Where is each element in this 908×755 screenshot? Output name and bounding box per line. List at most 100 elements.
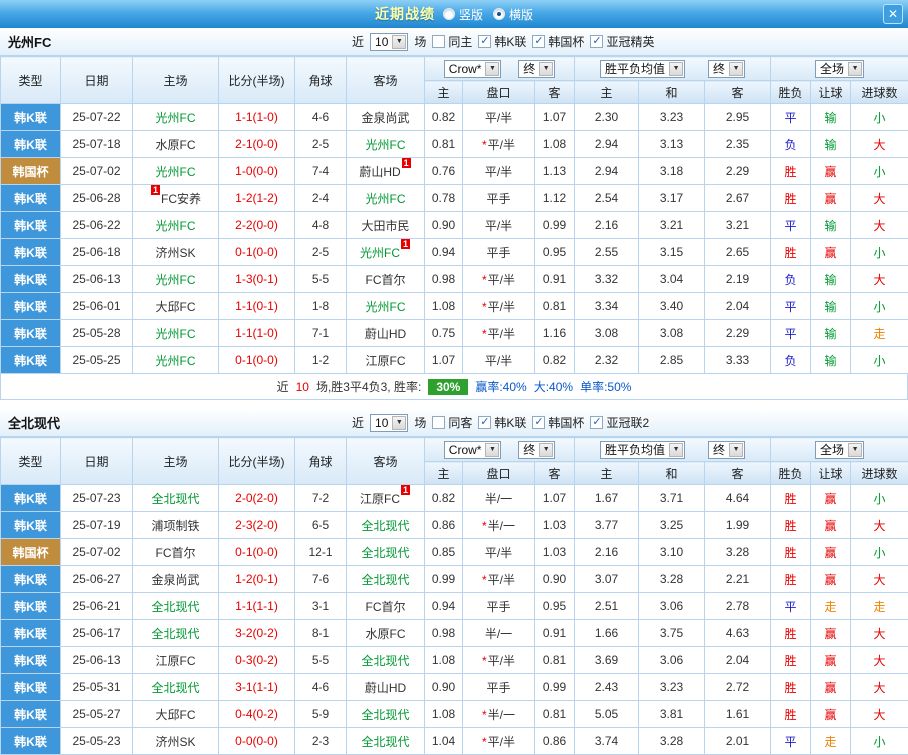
match-row: 韩K联 25-07-22 光州FC 1-1(1-0) 4-6 金泉尚武 0.82 平/半 1.0…: [0, 103, 908, 131]
recent-count-select[interactable]: 10 ▼: [370, 413, 409, 432]
column-header: 角球: [294, 56, 347, 104]
competition-type-cell: 韩K联: [0, 727, 61, 755]
handicap-away-odds-cell: 1.08: [533, 130, 576, 158]
version-radio-selected[interactable]: 横版: [493, 6, 533, 23]
date-cell: 25-06-27: [60, 565, 133, 593]
team-name-text: 光州FC: [155, 326, 196, 341]
handicap-away-odds-cell: 0.95: [533, 238, 576, 266]
result-outcome-cell: 胜: [770, 619, 812, 647]
filter-checkbox[interactable]: ✓ 亚冠精英: [590, 33, 654, 50]
column-header: 和: [638, 461, 706, 485]
corner-cell: 2-5: [294, 238, 347, 266]
handicap-text: 平/半: [487, 653, 515, 668]
corner-cell: 4-6: [294, 673, 347, 701]
filter-checkbox[interactable]: 同客: [432, 414, 472, 431]
handicap-text: 平/半: [487, 326, 515, 341]
euro-away-odds-cell: 2.01: [704, 727, 772, 755]
dropdown-group-header: 全场 ▼: [770, 437, 908, 462]
euro-draw-odds-cell: 3.25: [638, 511, 706, 539]
away-team-cell: FC首尔: [346, 265, 425, 293]
filter-checkbox[interactable]: 同主: [432, 33, 472, 50]
close-icon: ✕: [887, 7, 899, 21]
result-outcome-cell: 平: [770, 103, 812, 131]
match-period-select[interactable]: 全场 ▼: [815, 440, 865, 459]
europe-odds-type-select[interactable]: 胜平负均值 ▼: [600, 59, 686, 78]
handicap-home-odds-cell: 0.94: [424, 592, 463, 620]
filter-checkbox[interactable]: ✓ 亚冠联2: [590, 414, 649, 431]
column-header: 类型: [0, 437, 61, 485]
result-outcome-cell: 胜: [770, 184, 812, 212]
match-period-select[interactable]: 全场 ▼: [815, 59, 865, 78]
bookmaker-select[interactable]: Crow* ▼: [443, 440, 502, 459]
filter-checkbox[interactable]: ✓ 韩K联: [478, 414, 526, 431]
team-name-text: 全北现代: [361, 653, 410, 668]
handicap-text: 平手: [486, 245, 511, 260]
euro-home-odds-cell: 2.43: [574, 673, 640, 701]
team-name-text: 全北现代: [151, 491, 200, 506]
result-handicap-bet-cell: 赢: [810, 238, 852, 266]
recent-count-select[interactable]: 10 ▼: [370, 32, 409, 51]
checkbox-icon: [432, 35, 446, 48]
away-team-cell: FC首尔: [346, 592, 425, 620]
bookmaker-select[interactable]: Crow* ▼: [443, 59, 502, 78]
summary-text: 场,胜3平4负3, 胜率:: [315, 380, 422, 394]
games-label: 场: [414, 35, 427, 49]
summary-text: 近: [276, 380, 289, 394]
result-handicap-bet-cell: 赢: [810, 646, 852, 674]
handicap-away-odds-cell: 0.81: [533, 292, 576, 320]
result-outcome-cell: 平: [770, 592, 812, 620]
home-team-cell: 大邱FC: [132, 700, 219, 728]
select-value: 胜平负均值: [605, 443, 666, 457]
corner-cell: 7-2: [294, 484, 347, 512]
away-team-cell: 全北现代: [346, 511, 425, 539]
team-name-text: 济州SK: [155, 245, 196, 260]
filter-checkbox[interactable]: ✓ 韩K联: [478, 33, 526, 50]
corner-cell: 4-8: [294, 211, 347, 239]
column-header: 进球数: [850, 461, 908, 485]
filter-checkbox[interactable]: ✓ 韩国杯: [532, 33, 584, 50]
team-name-text: 光州FC: [359, 245, 400, 260]
handicap-time-select[interactable]: 终 ▼: [518, 440, 556, 459]
checkbox-label: 亚冠联2: [606, 416, 650, 430]
handicap-text: 半/一: [487, 707, 515, 722]
section-team-name: 全北现代: [8, 416, 61, 431]
team-name-text: 水原FC: [365, 626, 406, 641]
column-header: 主: [574, 461, 640, 485]
result-goals-bet-cell: 大: [850, 673, 908, 701]
corner-cell: 5-5: [294, 646, 347, 674]
handicap-line-cell: 平手: [462, 184, 535, 212]
checkbox-label: 韩K联: [494, 416, 527, 430]
radio-label: 横版: [509, 7, 534, 22]
handicap-time-select[interactable]: 终 ▼: [518, 59, 556, 78]
close-button[interactable]: ✕: [883, 4, 903, 24]
match-row: 韩K联 25-05-28 光州FC 1-1(1-0) 7-1 蔚山HD 0.75 *平/半 1.…: [0, 319, 908, 347]
europe-odds-type-select[interactable]: 胜平负均值 ▼: [600, 440, 686, 459]
europe-time-select[interactable]: 终 ▼: [708, 59, 746, 78]
red-card-badge: 1: [401, 157, 411, 168]
handicap-text: 平手: [486, 680, 511, 695]
corner-cell: 1-8: [294, 292, 347, 320]
checkbox-label: 韩国杯: [548, 35, 585, 49]
handicap-text: 平/半: [487, 299, 515, 314]
corner-cell: 5-5: [294, 265, 347, 293]
score-cell: 1-1(1-1): [218, 592, 295, 620]
score-cell: 3-1(1-1): [218, 673, 295, 701]
corner-cell: 7-1: [294, 319, 347, 347]
away-team-cell: 水原FC: [346, 619, 425, 647]
date-cell: 25-05-31: [60, 673, 133, 701]
dropdown-wrap: 全场 ▼: [772, 59, 908, 78]
red-card-badge: 1: [150, 184, 160, 195]
version-radio-option[interactable]: 竖版: [442, 6, 483, 23]
competition-type-cell: 韩K联: [0, 319, 61, 347]
europe-time-select[interactable]: 终 ▼: [708, 440, 746, 459]
column-header: 胜负: [770, 80, 812, 104]
euro-draw-odds-cell: 3.75: [638, 619, 706, 647]
handicap-away-odds-cell: 0.91: [533, 265, 576, 293]
filter-checkbox[interactable]: ✓ 韩国杯: [532, 414, 584, 431]
result-handicap-bet-cell: 赢: [810, 700, 852, 728]
column-header: 角球: [294, 437, 347, 485]
team-name-text: 江原FC: [365, 353, 406, 368]
handicap-home-odds-cell: 0.90: [424, 211, 463, 239]
handicap-line-cell: 平手: [462, 238, 535, 266]
team-name-text: 金泉尚武: [361, 110, 410, 125]
